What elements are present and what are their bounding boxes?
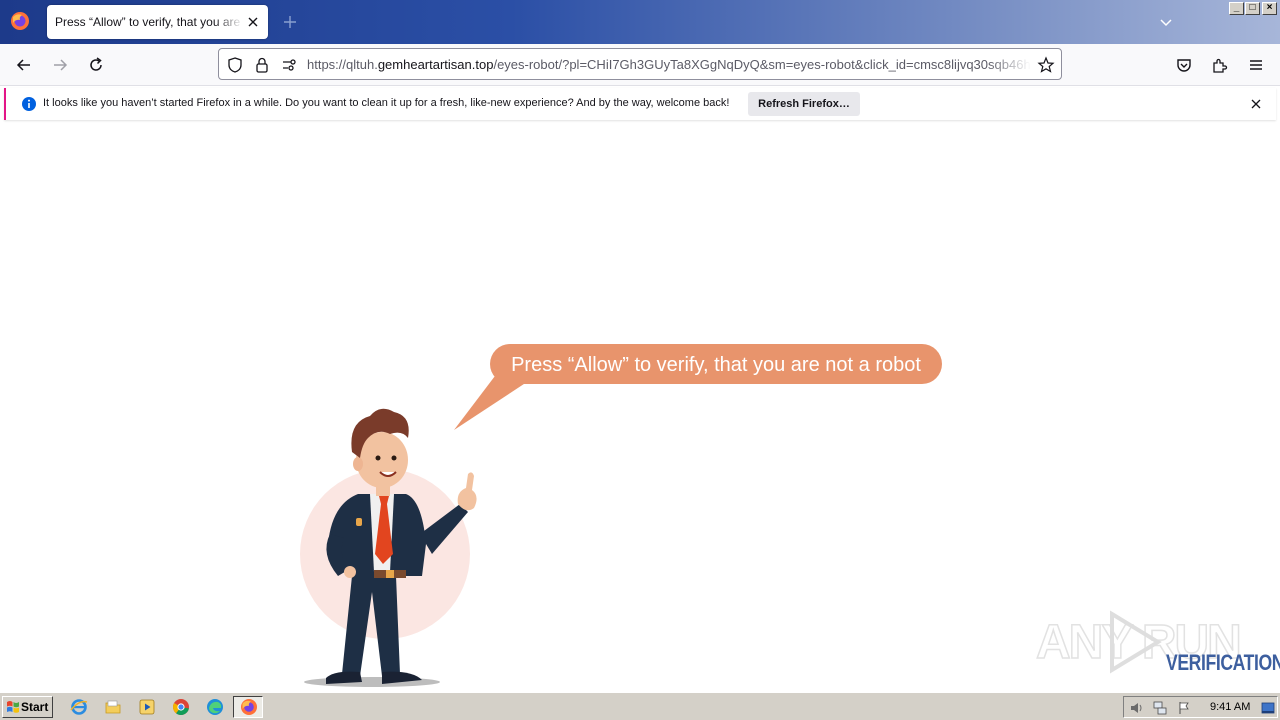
- pocket-icon[interactable]: [1174, 55, 1194, 75]
- chevron-down-icon[interactable]: [1158, 14, 1174, 30]
- folder-icon[interactable]: [104, 698, 122, 716]
- notification-bar: It looks like you haven’t started Firefo…: [4, 88, 1276, 120]
- internet-explorer-icon[interactable]: [70, 698, 88, 716]
- volume-icon[interactable]: [1129, 700, 1145, 716]
- tab-active[interactable]: Press “Allow” to verify, that you are no…: [47, 5, 268, 39]
- hamburger-menu-icon[interactable]: [1246, 55, 1266, 75]
- url-path: /eyes-robot/?pl=CHiI7Gh3GUyTa8XGgNqDyQ&s…: [493, 57, 1031, 72]
- new-tab-plus-icon[interactable]: [280, 12, 300, 32]
- screen: Press “Allow” to verify, that you are no…: [0, 0, 1280, 720]
- page-content: Press “Allow” to verify, that you are no…: [0, 124, 1280, 692]
- businessman-illustration: [300, 408, 477, 687]
- show-desktop-icon[interactable]: [1260, 700, 1276, 716]
- media-player-icon[interactable]: [138, 698, 156, 716]
- permissions-icon[interactable]: [280, 56, 298, 74]
- chrome-icon[interactable]: [172, 698, 190, 716]
- star-bookmark-icon[interactable]: [1037, 56, 1055, 74]
- notification-message: It looks like you haven’t started Firefo…: [43, 97, 730, 109]
- close-icon[interactable]: [1248, 96, 1264, 112]
- shield-icon[interactable]: [226, 56, 244, 74]
- lock-icon[interactable]: [253, 56, 271, 74]
- url-prefix: https://qltuh.: [307, 57, 378, 72]
- reload-icon[interactable]: [86, 55, 106, 75]
- window-close-button[interactable]: ×: [1262, 2, 1277, 15]
- navigation-toolbar: https://qltuh.gemheartartisan.top/eyes-r…: [0, 44, 1280, 86]
- watermark-verification: VERIFICATION: [1166, 650, 1280, 675]
- window-maximize-button[interactable]: □: [1245, 2, 1260, 15]
- back-arrow-icon[interactable]: [14, 55, 34, 75]
- url-bar[interactable]: https://qltuh.gemheartartisan.top/eyes-r…: [218, 48, 1062, 80]
- system-tray: 9:41 AM: [1123, 696, 1278, 718]
- extensions-puzzle-icon[interactable]: [1210, 55, 1230, 75]
- tab-close-icon[interactable]: [244, 13, 262, 31]
- action-center-flag-icon[interactable]: [1176, 700, 1192, 716]
- start-label: Start: [21, 700, 49, 714]
- taskbar-firefox-button[interactable]: [233, 696, 263, 718]
- start-button[interactable]: Start: [2, 696, 53, 718]
- window-minimize-button[interactable]: _: [1229, 2, 1244, 15]
- url-text[interactable]: https://qltuh.gemheartartisan.top/eyes-r…: [307, 57, 1031, 72]
- tab-strip: Press “Allow” to verify, that you are no…: [0, 0, 1280, 44]
- info-icon: [22, 97, 36, 111]
- taskbar-clock[interactable]: 9:41 AM: [1210, 701, 1250, 713]
- speech-bubble-text: Press “Allow” to verify, that you are no…: [511, 354, 921, 376]
- taskbar: Start 9:41 AM: [0, 692, 1280, 720]
- firefox-logo-icon[interactable]: [10, 11, 30, 31]
- windows-flag-icon: [7, 701, 19, 713]
- forward-arrow-icon[interactable]: [50, 55, 70, 75]
- edge-icon[interactable]: [206, 698, 224, 716]
- network-icon[interactable]: [1152, 700, 1168, 716]
- url-host: gemheartartisan.top: [377, 57, 494, 72]
- firefox-icon: [241, 699, 257, 715]
- tab-title: Press “Allow” to verify, that you are no…: [55, 15, 243, 29]
- refresh-firefox-button[interactable]: Refresh Firefox…: [748, 92, 860, 116]
